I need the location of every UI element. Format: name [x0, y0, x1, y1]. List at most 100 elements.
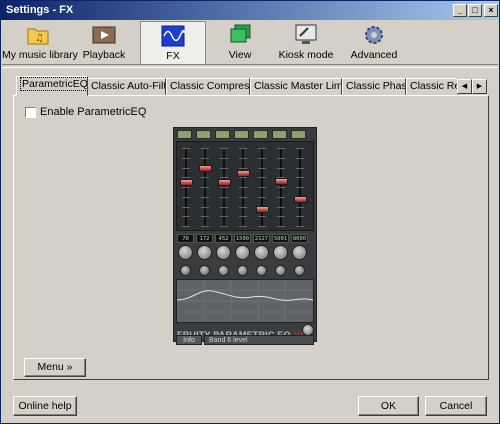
- toolbar-label: View: [228, 49, 252, 61]
- menu-button[interactable]: Menu »: [24, 358, 86, 377]
- toolbar-kiosk-mode[interactable]: Kiosk mode: [274, 21, 338, 64]
- band-type-button[interactable]: [215, 130, 230, 139]
- band-width-knob[interactable]: [199, 265, 210, 276]
- maximize-button[interactable]: □: [468, 4, 482, 17]
- toolbar-label: Kiosk mode: [278, 49, 334, 61]
- band-type-button[interactable]: [234, 130, 249, 139]
- parametric-eq-plugin: 70 172 452 1500 2127 5001 8000 Info Band…: [173, 127, 317, 345]
- fader-tick: [296, 216, 304, 218]
- band-frequency-knob[interactable]: [197, 245, 212, 260]
- band-frequency-knob[interactable]: [292, 245, 307, 260]
- toolbar-label: Playback: [82, 49, 126, 61]
- tab-classic-reverb[interactable]: Classic Reve: [406, 78, 458, 95]
- band-frequency: 5001: [272, 234, 289, 243]
- band-level-fader[interactable]: [256, 205, 269, 213]
- fader-tick: [277, 167, 285, 169]
- fader-tick: [201, 148, 209, 149]
- cancel-button[interactable]: Cancel: [425, 396, 487, 416]
- fader-tick: [201, 187, 209, 188]
- band-type-button[interactable]: [177, 130, 192, 139]
- fader-tick: [277, 206, 285, 208]
- fader-tick: [220, 177, 228, 179]
- fader-tick: [220, 226, 228, 227]
- band-frequency: 70: [177, 234, 194, 243]
- fader-tick: [239, 167, 247, 169]
- band-type-button[interactable]: [272, 130, 287, 139]
- fader-tick: [182, 216, 190, 218]
- band-width-knob[interactable]: [180, 265, 191, 276]
- band-level-fader[interactable]: [199, 165, 212, 173]
- fader-tick: [277, 196, 285, 198]
- band-frequency-knob[interactable]: [254, 245, 269, 260]
- fader-tick: [201, 157, 209, 159]
- band-width-knob[interactable]: [218, 265, 229, 276]
- fader-tick: [182, 196, 190, 198]
- band-frequency-knob[interactable]: [216, 245, 231, 260]
- band-width-knob[interactable]: [275, 265, 286, 276]
- band-frequency: 8000: [291, 234, 308, 243]
- fader-tick: [201, 206, 209, 208]
- tab-classic-master-limiter[interactable]: Classic Master Limiter: [250, 78, 342, 95]
- band-level-fader[interactable]: [237, 169, 250, 177]
- fader-tick: [220, 167, 228, 169]
- band-type-button[interactable]: [253, 130, 268, 139]
- enable-parametric-eq-checkbox[interactable]: Enable ParametricEQ: [25, 106, 146, 119]
- band-frequency-knob[interactable]: [235, 245, 250, 260]
- fader-tick: [182, 177, 190, 179]
- toolbar-playback[interactable]: Playback: [74, 21, 134, 64]
- band-frequency: 1500: [234, 234, 251, 243]
- fader-tick: [220, 157, 228, 159]
- band-fader-track: [277, 148, 285, 227]
- plugin-info-button[interactable]: Info: [176, 335, 202, 345]
- tab-scroll-left-icon[interactable]: ◀: [457, 79, 472, 94]
- fader-tick: [182, 226, 190, 227]
- online-help-button[interactable]: Online help: [13, 396, 77, 416]
- fader-tick: [258, 177, 266, 179]
- tab-classic-compressor[interactable]: Classic Compressor: [166, 78, 250, 95]
- band-frequency-knob[interactable]: [178, 245, 193, 260]
- fader-tick: [201, 196, 209, 198]
- fader-tick: [296, 157, 304, 159]
- toolbar-label: Advanced: [350, 49, 398, 61]
- fader-tick: [182, 206, 190, 208]
- band-frequency-knob[interactable]: [273, 245, 288, 260]
- band-level-fader[interactable]: [218, 179, 231, 187]
- toolbar-fx[interactable]: FX: [140, 21, 206, 64]
- band-level-fader[interactable]: [180, 179, 193, 187]
- checkbox-box[interactable]: [25, 107, 36, 118]
- band-width-knob[interactable]: [256, 265, 267, 276]
- fader-tick: [220, 187, 228, 188]
- fader-tick: [277, 187, 285, 188]
- fader-tick: [258, 167, 266, 169]
- band-fader-track: [220, 148, 228, 227]
- close-button[interactable]: ×: [484, 4, 498, 17]
- toolbar-my-music-library[interactable]: ♫ My music library: [2, 21, 78, 64]
- band-width-knob[interactable]: [237, 265, 248, 276]
- tab-parametric-eq[interactable]: ParametricEQ: [16, 76, 88, 96]
- band-width-knob[interactable]: [294, 265, 305, 276]
- fader-tick: [239, 216, 247, 218]
- toolbar-view[interactable]: View: [210, 21, 270, 64]
- ok-button[interactable]: OK: [358, 396, 419, 416]
- fader-tick: [182, 148, 190, 149]
- minimize-button[interactable]: _: [453, 4, 467, 17]
- fader-tick: [277, 157, 285, 159]
- band-level-fader[interactable]: [294, 196, 307, 204]
- band-level-fader[interactable]: [275, 177, 288, 185]
- fader-tick: [239, 177, 247, 179]
- tab-classic-auto-filter[interactable]: Classic Auto-Filter: [87, 78, 166, 95]
- fader-tick: [258, 157, 266, 159]
- plugin-status-text: Band 6 level: [204, 335, 314, 345]
- tab-classic-phaser[interactable]: Classic Phaser: [342, 78, 406, 95]
- band-type-button[interactable]: [291, 130, 306, 139]
- tab-body: Enable ParametricEQ 70 172 452 1500 2127…: [13, 95, 489, 380]
- tab-scroll-right-icon[interactable]: ▶: [472, 79, 487, 94]
- band-fader-track: [239, 148, 247, 227]
- fader-tick: [258, 148, 266, 149]
- fader-tick: [296, 187, 304, 188]
- toolbar-advanced[interactable]: Advanced: [342, 21, 406, 64]
- band-type-button[interactable]: [196, 130, 211, 139]
- fader-tick: [296, 206, 304, 208]
- band-fader-track: [201, 148, 209, 227]
- fader-tick: [239, 157, 247, 159]
